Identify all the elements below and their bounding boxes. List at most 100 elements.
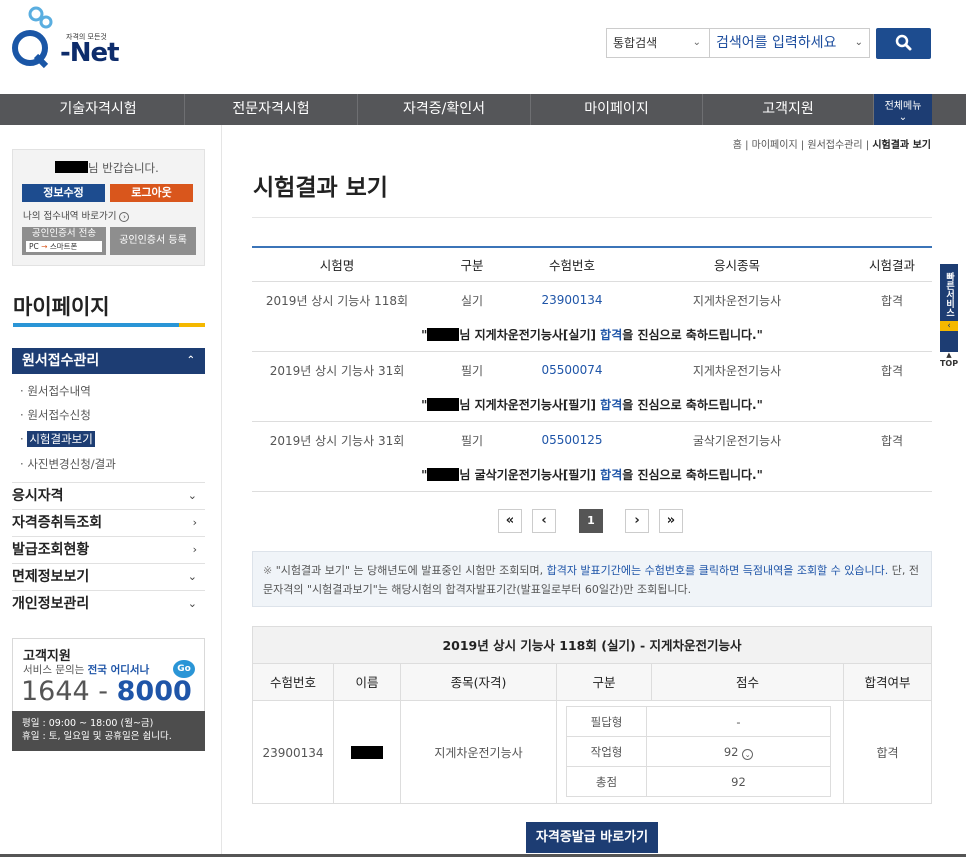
breadcrumb-home[interactable]: 홈 bbox=[733, 140, 742, 151]
exam-number-link[interactable]: 05500125 bbox=[522, 422, 622, 458]
dcol-number: 수험번호 bbox=[253, 664, 334, 701]
menu-personal-info[interactable]: 개인정보관리 ⌄ bbox=[12, 590, 205, 617]
score-label: 총점 bbox=[567, 767, 647, 797]
global-nav: 기술자격시험 전문자격시험 자격증/확인서 마이페이지 고객지원 전체메뉴 ⌄ bbox=[0, 94, 966, 125]
menu-label: 발급조회현황 bbox=[12, 542, 90, 558]
lnb-title: 마이페이지 bbox=[13, 295, 110, 319]
pager-page-1[interactable]: 1 bbox=[579, 509, 603, 533]
search-input[interactable]: 검색어를 입력하세요 ⌄ bbox=[710, 28, 870, 58]
redacted-username bbox=[55, 161, 88, 173]
chevron-right-icon: › bbox=[192, 543, 197, 556]
score-row: 필답형 - bbox=[567, 707, 830, 737]
quick-service-tab[interactable]: 빠른서비스 ‹ bbox=[940, 264, 958, 352]
page-title: 시험결과 보기 bbox=[253, 175, 388, 201]
cert-send-pc: PC bbox=[29, 242, 39, 251]
cs-phone-prefix: 1644 - bbox=[21, 676, 117, 707]
score-breakdown: 필답형 - 작업형 92 ⌄ 총점 92 bbox=[566, 706, 831, 797]
chevron-down-icon: ⌄ bbox=[187, 570, 197, 583]
cell-exam: 2019년 상시 기능사 31회 bbox=[269, 433, 405, 448]
pager-last-button[interactable]: » bbox=[659, 509, 683, 533]
gnb-item-support[interactable]: 고객지원 bbox=[703, 94, 874, 125]
cert-issue-button[interactable]: 자격증발급 바로가기 bbox=[526, 822, 658, 853]
greeting: 님 반갑습니다. bbox=[55, 160, 159, 176]
table-header: 시험명 구분 수험번호 응시종목 시험결과 bbox=[252, 248, 932, 282]
customer-support-box: 고객지원 서비스 문의는 전국 어디서나 Go 1644 - 8000 평일 :… bbox=[12, 638, 205, 751]
cs-hours-holiday: 휴일 : 토, 일요일 및 공휴일은 쉽니다. bbox=[22, 731, 172, 742]
menu-application-manage[interactable]: 원서접수관리 ⌃ bbox=[12, 348, 205, 374]
menu-exemption[interactable]: 면제정보보기 ⌄ bbox=[12, 563, 205, 590]
header: 자격의 모든것 -Net 통합검색 ⌄ 검색어를 입력하세요 ⌄ bbox=[0, 0, 966, 94]
cs-phone: 1644 - 8000 bbox=[21, 676, 192, 708]
cert-register-button[interactable]: 공인인증서 등록 bbox=[110, 227, 196, 255]
cert-send-sub: PC → 스마트폰 bbox=[26, 241, 102, 252]
sub-item-label: 원서접수내역 bbox=[27, 384, 91, 398]
my-receipt-link[interactable]: 나의 접수내역 바로가기 › bbox=[23, 208, 130, 222]
chevron-down-icon: ⌄ bbox=[692, 37, 701, 48]
search-button[interactable] bbox=[876, 28, 931, 59]
col-result: 시험결과 bbox=[868, 258, 915, 273]
expand-circle-icon[interactable]: ⌄ bbox=[742, 749, 754, 760]
chevron-down-icon: ⌄ bbox=[187, 597, 197, 610]
sub-item-photo-change[interactable]: · 사진변경신청/결과 bbox=[20, 456, 116, 472]
menu-qualification[interactable]: 응시자격 ⌄ bbox=[12, 482, 205, 509]
greeting-text: 님 반갑습니다. bbox=[88, 161, 159, 175]
cert-send-button[interactable]: 공인인증서 전송 PC → 스마트폰 bbox=[22, 227, 106, 255]
all-menu-button[interactable]: 전체메뉴 ⌄ bbox=[874, 94, 932, 125]
cs-hours: 평일 : 09:00 ~ 18:00 (월~금) 휴일 : 토, 일요일 및 공… bbox=[12, 711, 205, 751]
gnb-item-mypage[interactable]: 마이페이지 bbox=[531, 94, 703, 125]
arrow-right-icon: → bbox=[41, 242, 48, 251]
exam-number-link[interactable]: 05500074 bbox=[522, 352, 622, 388]
dcol-name: 이름 bbox=[334, 664, 401, 701]
pager-first-button[interactable]: « bbox=[498, 509, 522, 533]
gnb-item-professional-exam[interactable]: 전문자격시험 bbox=[185, 94, 358, 125]
breadcrumb-current: 시험결과 보기 bbox=[872, 140, 931, 151]
col-exam: 시험명 bbox=[319, 258, 355, 273]
qnet-logo[interactable]: 자격의 모든것 -Net bbox=[10, 4, 120, 74]
search-category-value: 통합검색 bbox=[613, 36, 658, 50]
table-row: 2019년 상시 기능사 118회 실기 23900134 지게차운전기능사 합… bbox=[252, 282, 932, 318]
menu-cert-acquired[interactable]: 자격증취득조회 › bbox=[12, 509, 205, 536]
result-table: 시험명 구분 수험번호 응시종목 시험결과 2019년 상시 기능사 118회 … bbox=[252, 246, 932, 492]
notice-highlight: 합격자 발표기간에는 수험번호를 클릭하면 득점내역을 조회할 수 있습니다. bbox=[546, 564, 889, 577]
sub-item-apply[interactable]: · 원서접수신청 bbox=[20, 407, 91, 423]
score-detail-table: 2019년 상시 기능사 118회 (실기) - 지게차운전기능사 수험번호 이… bbox=[252, 626, 932, 804]
chevron-up-icon: ⌃ bbox=[186, 355, 195, 366]
sub-item-exam-result[interactable]: · 시험결과보기 bbox=[20, 431, 95, 447]
redacted-username bbox=[427, 328, 460, 341]
search-icon bbox=[895, 34, 912, 51]
score-value: - bbox=[736, 715, 741, 729]
cs-desc: 서비스 문의는 전국 어디서나 bbox=[23, 662, 149, 677]
gnb-item-technical-exam[interactable]: 기술자격시험 bbox=[12, 94, 185, 125]
cs-desc-prefix: 서비스 문의는 bbox=[23, 664, 88, 676]
redacted-username bbox=[427, 468, 460, 481]
scroll-top-button[interactable]: ▲ TOP bbox=[938, 352, 960, 370]
sub-item-receipt-history[interactable]: · 원서접수내역 bbox=[20, 383, 91, 399]
cell-type: 필기 bbox=[460, 363, 484, 378]
logo-name: -Net bbox=[60, 38, 120, 68]
cell-subject: 지게차운전기능사 bbox=[692, 363, 782, 378]
cert-send-label: 공인인증서 전송 bbox=[31, 228, 97, 239]
pager-prev-button[interactable]: ‹ bbox=[532, 509, 556, 533]
msg-text: 을 진심으로 축하드립니다. bbox=[622, 328, 757, 342]
edit-info-button[interactable]: 정보수정 bbox=[22, 184, 105, 202]
gnb-item-certificate[interactable]: 자격증/확인서 bbox=[358, 94, 531, 125]
logout-button[interactable]: 로그아웃 bbox=[110, 184, 193, 202]
menu-label: 자격증취득조회 bbox=[12, 515, 103, 531]
search-category-select[interactable]: 통합검색 ⌄ bbox=[606, 28, 710, 58]
exam-number-link[interactable]: 23900134 bbox=[522, 282, 622, 318]
congrats-message: " 님 지게차운전기능사[실기] 합격을 진심으로 축하드립니다." bbox=[252, 318, 932, 352]
menu-label: 개인정보관리 bbox=[12, 596, 90, 612]
redacted-username bbox=[351, 746, 383, 759]
menu-issue-status[interactable]: 발급조회현황 › bbox=[12, 536, 205, 563]
detail-subject: 지게차운전기능사 bbox=[401, 701, 557, 804]
breadcrumb-mypage[interactable]: 마이페이지 bbox=[752, 140, 798, 151]
congrats-message: " 님 지게차운전기능사[필기] 합격을 진심으로 축하드립니다." bbox=[252, 388, 932, 422]
msg-pass: 합격 bbox=[600, 398, 623, 412]
circle-arrow-icon: › bbox=[119, 212, 130, 222]
left-sidebar: 님 반갑습니다. 정보수정 로그아웃 나의 접수내역 바로가기 › 공인인증서 … bbox=[0, 125, 222, 857]
cell-exam: 2019년 상시 기능사 31회 bbox=[269, 363, 405, 378]
msg-text: 님 굴삭기운전기능사[필기] bbox=[459, 468, 601, 482]
pager-next-button[interactable]: › bbox=[625, 509, 649, 533]
menu-label: 면제정보보기 bbox=[12, 569, 90, 585]
breadcrumb-application[interactable]: 원서접수관리 bbox=[807, 140, 862, 151]
